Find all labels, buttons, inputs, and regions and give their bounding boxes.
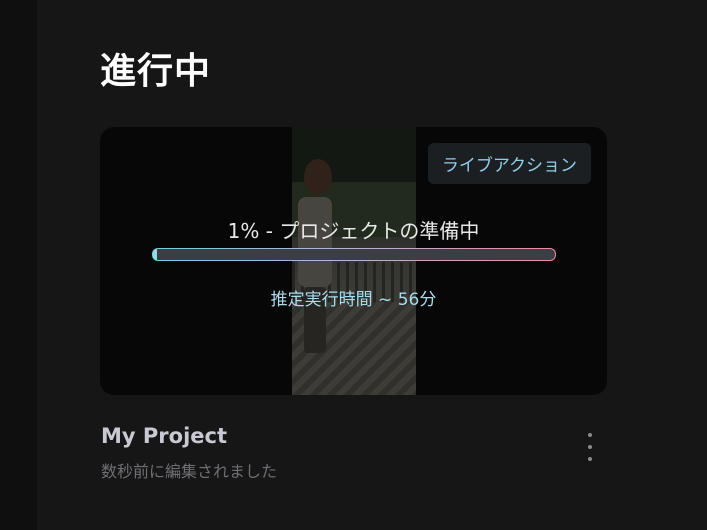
progress-status-text: 1% - プロジェクトの準備中 [227,219,480,243]
project-edited-time: 数秒前に編集されました [101,462,278,481]
project-name[interactable]: My Project [101,424,227,448]
progress-bar [152,248,556,261]
mode-badge: ライブアクション [427,143,591,184]
video-thumbnail [292,127,416,395]
more-options-button[interactable] [579,431,601,463]
progress-bar-fill [153,249,158,260]
estimated-time-text: 推定実行時間 ~ 56分 [270,290,437,310]
more-vertical-icon [588,433,592,437]
left-sidebar-strip [0,0,37,530]
project-card[interactable]: ライブアクション 1% - プロジェクトの準備中 推定実行時間 ~ 56分 [100,127,607,395]
section-title: 進行中 [100,51,212,92]
